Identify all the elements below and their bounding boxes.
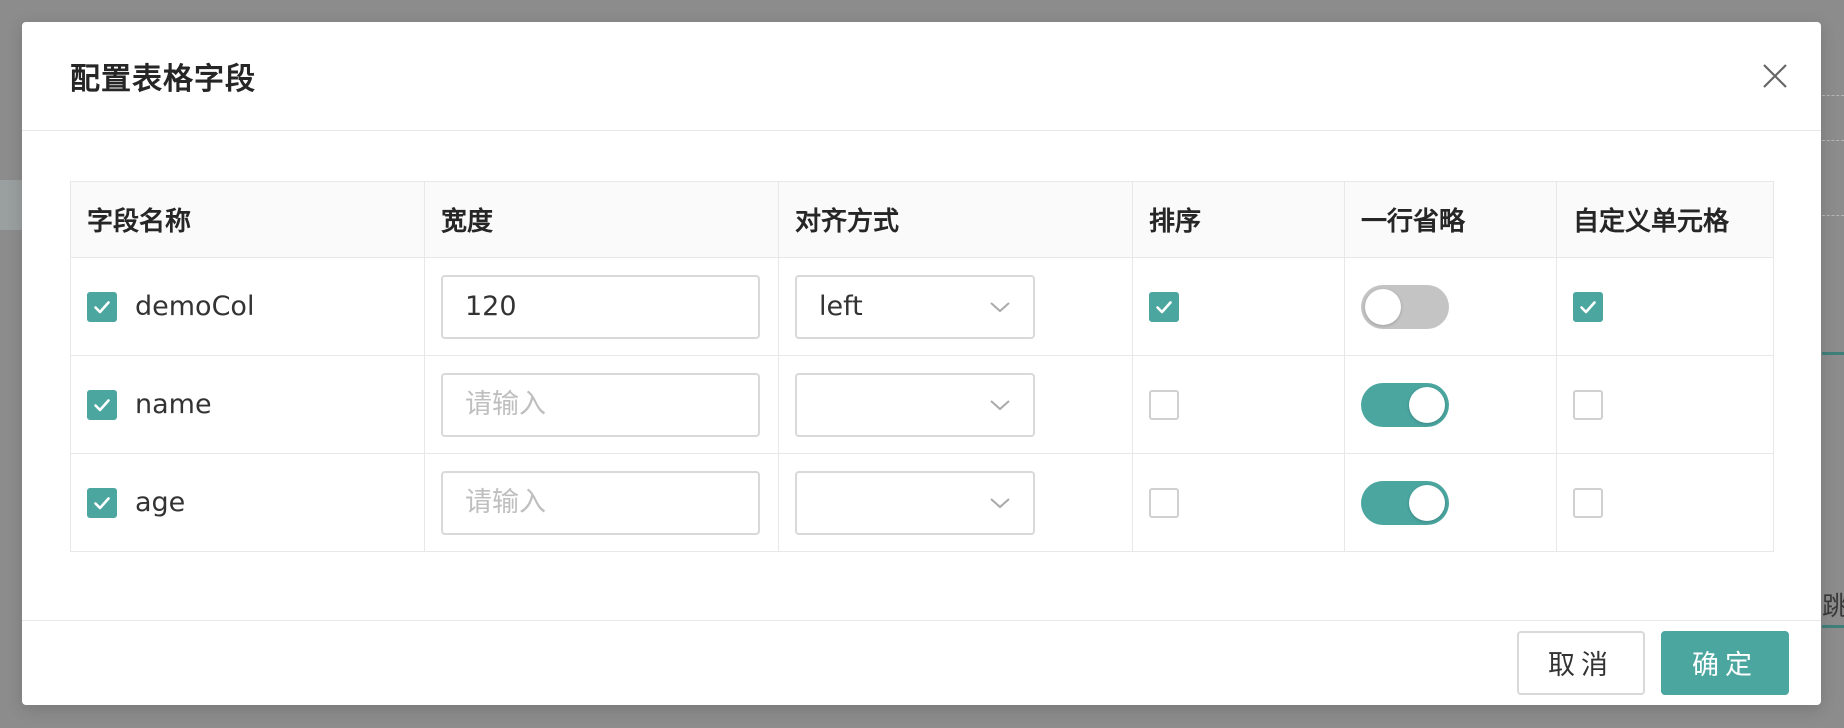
width-input[interactable] [441, 372, 760, 437]
dialog-body: 字段名称 宽度 对齐方式 排序 一行省略 自定义单元格 demoCol left n… [22, 131, 1821, 621]
table-row: name [70, 355, 1774, 454]
background-sidebar-highlight [0, 180, 24, 230]
width-input[interactable] [441, 470, 760, 535]
field-name: demoCol [135, 291, 255, 322]
cell-field-name: age [70, 453, 425, 552]
custom-cell-checkbox[interactable] [1573, 291, 1603, 322]
cell-align [778, 355, 1133, 454]
custom-cell-checkbox[interactable] [1573, 389, 1603, 420]
align-select[interactable] [795, 470, 1035, 535]
column-header-sort: 排序 [1132, 181, 1345, 258]
field-select-checkbox[interactable] [87, 389, 117, 420]
background-divider [1822, 95, 1844, 96]
align-select-value: left [819, 291, 863, 322]
cell-sort [1132, 453, 1345, 552]
align-select[interactable] [795, 372, 1035, 437]
cancel-button[interactable]: 取消 [1517, 630, 1645, 695]
field-select-checkbox[interactable] [87, 291, 117, 322]
column-header-align: 对齐方式 [778, 181, 1133, 258]
align-select[interactable]: left [795, 274, 1035, 339]
cell-ellipsis [1344, 355, 1557, 454]
dialog-footer: 取消 确定 [22, 621, 1821, 704]
sort-checkbox[interactable] [1149, 291, 1179, 322]
cell-width [424, 257, 779, 356]
column-header-field-name: 字段名称 [70, 181, 425, 258]
background-divider [1822, 140, 1844, 141]
confirm-button[interactable]: 确定 [1661, 630, 1789, 695]
custom-cell-checkbox[interactable] [1573, 487, 1603, 518]
field-name: age [135, 487, 186, 518]
cell-ellipsis [1344, 257, 1557, 356]
chevron-down-icon [990, 399, 1010, 410]
config-table-fields-dialog: 配置表格字段 字段名称 宽度 对齐方式 排序 一行省略 自定义单元格 demoC… [22, 22, 1821, 705]
cell-field-name: demoCol [70, 257, 425, 356]
cell-custom-cell [1556, 453, 1774, 552]
dialog-title: 配置表格字段 [70, 62, 256, 97]
chevron-down-icon [990, 301, 1010, 312]
field-select-checkbox[interactable] [87, 487, 117, 518]
switch-knob [1365, 288, 1401, 325]
close-button[interactable] [1753, 54, 1797, 98]
table-row: demoCol left [70, 257, 1774, 356]
width-input[interactable] [441, 274, 760, 339]
background-divider [1822, 215, 1844, 216]
cell-sort [1132, 257, 1345, 356]
cell-align [778, 453, 1133, 552]
cell-width [424, 453, 779, 552]
ellipsis-switch[interactable] [1361, 284, 1449, 329]
cell-width [424, 355, 779, 454]
chevron-down-icon [990, 497, 1010, 508]
close-icon [1763, 64, 1787, 88]
cell-field-name: name [70, 355, 425, 454]
cell-ellipsis [1344, 453, 1557, 552]
cell-align: left [778, 257, 1133, 356]
ellipsis-switch[interactable] [1361, 382, 1449, 427]
table-row: age [70, 453, 1774, 552]
switch-knob [1409, 386, 1445, 423]
sort-checkbox[interactable] [1149, 487, 1179, 518]
column-header-ellipsis: 一行省略 [1344, 181, 1557, 258]
fields-table: 字段名称 宽度 对齐方式 排序 一行省略 自定义单元格 demoCol left n… [70, 181, 1774, 552]
background-partial-text: 跳至 [1822, 592, 1844, 622]
check-icon [94, 496, 110, 509]
background-accent-bar [1822, 352, 1844, 355]
cell-sort [1132, 355, 1345, 454]
field-name: name [135, 389, 212, 420]
check-icon [1580, 300, 1596, 314]
check-icon [1156, 300, 1172, 314]
column-header-width: 宽度 [424, 181, 779, 258]
cell-custom-cell [1556, 257, 1774, 356]
ellipsis-switch[interactable] [1361, 480, 1449, 525]
background-accent-bar [1822, 625, 1844, 628]
sort-checkbox[interactable] [1149, 389, 1179, 420]
cell-custom-cell [1556, 355, 1774, 454]
switch-knob [1409, 484, 1445, 521]
column-header-custom-cell: 自定义单元格 [1556, 181, 1774, 258]
table-header-row: 字段名称 宽度 对齐方式 排序 一行省略 自定义单元格 [70, 181, 1774, 258]
dialog-header: 配置表格字段 [22, 22, 1821, 131]
check-icon [94, 398, 110, 411]
check-icon [94, 300, 110, 313]
